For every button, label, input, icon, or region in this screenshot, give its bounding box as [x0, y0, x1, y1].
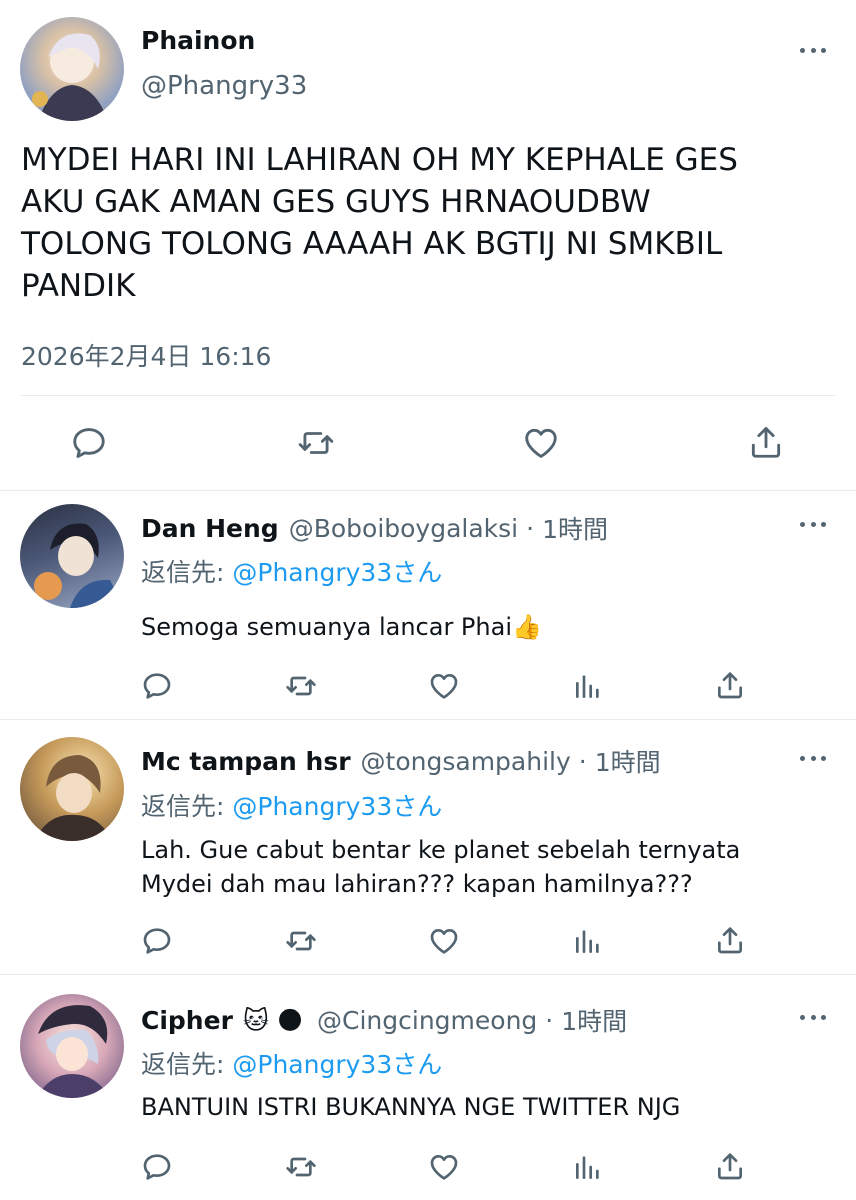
divider — [0, 490, 856, 491]
reply-text: Lah. Gue cabut bentar ke planet sebelah … — [141, 833, 740, 901]
reply-time[interactable]: 1時間 — [595, 743, 661, 779]
separator: · — [526, 513, 535, 543]
more-options-icon[interactable] — [800, 46, 826, 54]
handle[interactable]: @Boboiboygalaksi — [289, 514, 518, 543]
share-icon[interactable] — [714, 923, 746, 957]
tweet-text-line: AKU GAK AMAN GES GUYS HRNAOUDBW — [21, 184, 651, 220]
avatar[interactable] — [20, 994, 124, 1098]
analytics-icon[interactable] — [572, 1151, 604, 1183]
retweet-icon[interactable] — [284, 925, 318, 957]
reply-header: Mc tampan hsr @tongsampahily · 1時間 — [141, 743, 661, 779]
reply-to: 返信先: @Phangry33さん — [141, 553, 442, 589]
more-options-icon[interactable] — [800, 754, 826, 762]
display-name[interactable]: Cipher — [141, 1006, 233, 1035]
tweet-text: MYDEI HARI INI LAHIRAN OH MY KEPHALE GES… — [21, 139, 738, 307]
divider — [0, 974, 856, 975]
reply-icon[interactable] — [141, 1151, 173, 1183]
display-name[interactable]: Mc tampan hsr — [141, 747, 351, 776]
reply-text-line: Lah. Gue cabut bentar ke planet sebelah … — [141, 836, 741, 864]
avatar[interactable] — [20, 737, 124, 841]
handle[interactable]: @Cingcingmeong — [317, 1006, 537, 1035]
reply-to-label: 返信先: — [141, 558, 225, 587]
retweet-icon[interactable] — [284, 1151, 318, 1183]
reply-time[interactable]: 1時間 — [561, 1002, 627, 1038]
handle[interactable]: @tongsampahily — [361, 747, 571, 776]
display-name[interactable]: Dan Heng — [141, 514, 279, 543]
more-options-icon[interactable] — [800, 1013, 826, 1021]
handle[interactable]: @Phangry33 — [141, 71, 307, 101]
retweet-icon[interactable] — [296, 424, 336, 462]
cat-emoji: 🐱 — [242, 1005, 269, 1035]
avatar[interactable] — [20, 504, 124, 608]
reply-text: Semoga semuanya lancar Phai👍 — [141, 610, 542, 644]
divider — [21, 395, 835, 396]
reply-to-label: 返信先: — [141, 1050, 225, 1079]
like-icon[interactable] — [522, 424, 560, 462]
more-options-icon[interactable] — [800, 520, 826, 528]
reply-to-mention[interactable]: @Phangry33さん — [232, 792, 442, 821]
reply-to-label: 返信先: — [141, 792, 225, 821]
reply-text: BANTUIN ISTRI BUKANNYA NGE TWITTER NJG — [141, 1090, 680, 1124]
reply-text-line: Semoga semuanya lancar Phai — [141, 613, 512, 641]
share-icon[interactable] — [714, 668, 746, 702]
tweet-text-line: MYDEI HARI INI LAHIRAN OH MY KEPHALE GES — [21, 142, 738, 178]
separator: · — [578, 746, 587, 776]
reply-icon[interactable] — [70, 424, 108, 462]
reply-to: 返信先: @Phangry33さん — [141, 787, 442, 823]
share-icon[interactable] — [714, 1149, 746, 1183]
display-name[interactable]: Phainon — [141, 26, 255, 55]
separator: · — [545, 1005, 554, 1035]
divider — [0, 719, 856, 720]
reply-header: Dan Heng @Boboiboygalaksi · 1時間 — [141, 510, 608, 546]
reply-to: 返信先: @Phangry33さん — [141, 1045, 442, 1081]
retweet-icon[interactable] — [284, 670, 318, 702]
moon-emoji: 🌑 — [276, 1005, 304, 1035]
reply-text-line: Mydei dah mau lahiran??? kapan hamilnya?… — [141, 870, 693, 898]
like-icon[interactable] — [428, 670, 460, 702]
reply-to-mention[interactable]: @Phangry33さん — [232, 1050, 442, 1079]
analytics-icon[interactable] — [572, 670, 604, 702]
thumbs-up-emoji: 👍 — [512, 613, 542, 641]
timestamp[interactable]: 2026年2月4日 16:16 — [21, 337, 271, 373]
reply-to-mention[interactable]: @Phangry33さん — [232, 558, 442, 587]
avatar[interactable] — [20, 17, 124, 121]
reply-header: Cipher 🐱 🌑 @Cingcingmeong · 1時間 — [141, 1002, 627, 1038]
like-icon[interactable] — [428, 1151, 460, 1183]
analytics-icon[interactable] — [572, 925, 604, 957]
tweet-text-line: TOLONG TOLONG AAAAH AK BGTIJ NI SMKBIL — [21, 226, 723, 262]
like-icon[interactable] — [428, 925, 460, 957]
reply-text-line: BANTUIN ISTRI BUKANNYA NGE TWITTER NJG — [141, 1093, 681, 1121]
reply-icon[interactable] — [141, 925, 173, 957]
tweet-text-line: PANDIK — [21, 268, 136, 304]
reply-time[interactable]: 1時間 — [542, 510, 608, 546]
reply-icon[interactable] — [141, 670, 173, 702]
share-icon[interactable] — [747, 422, 785, 462]
